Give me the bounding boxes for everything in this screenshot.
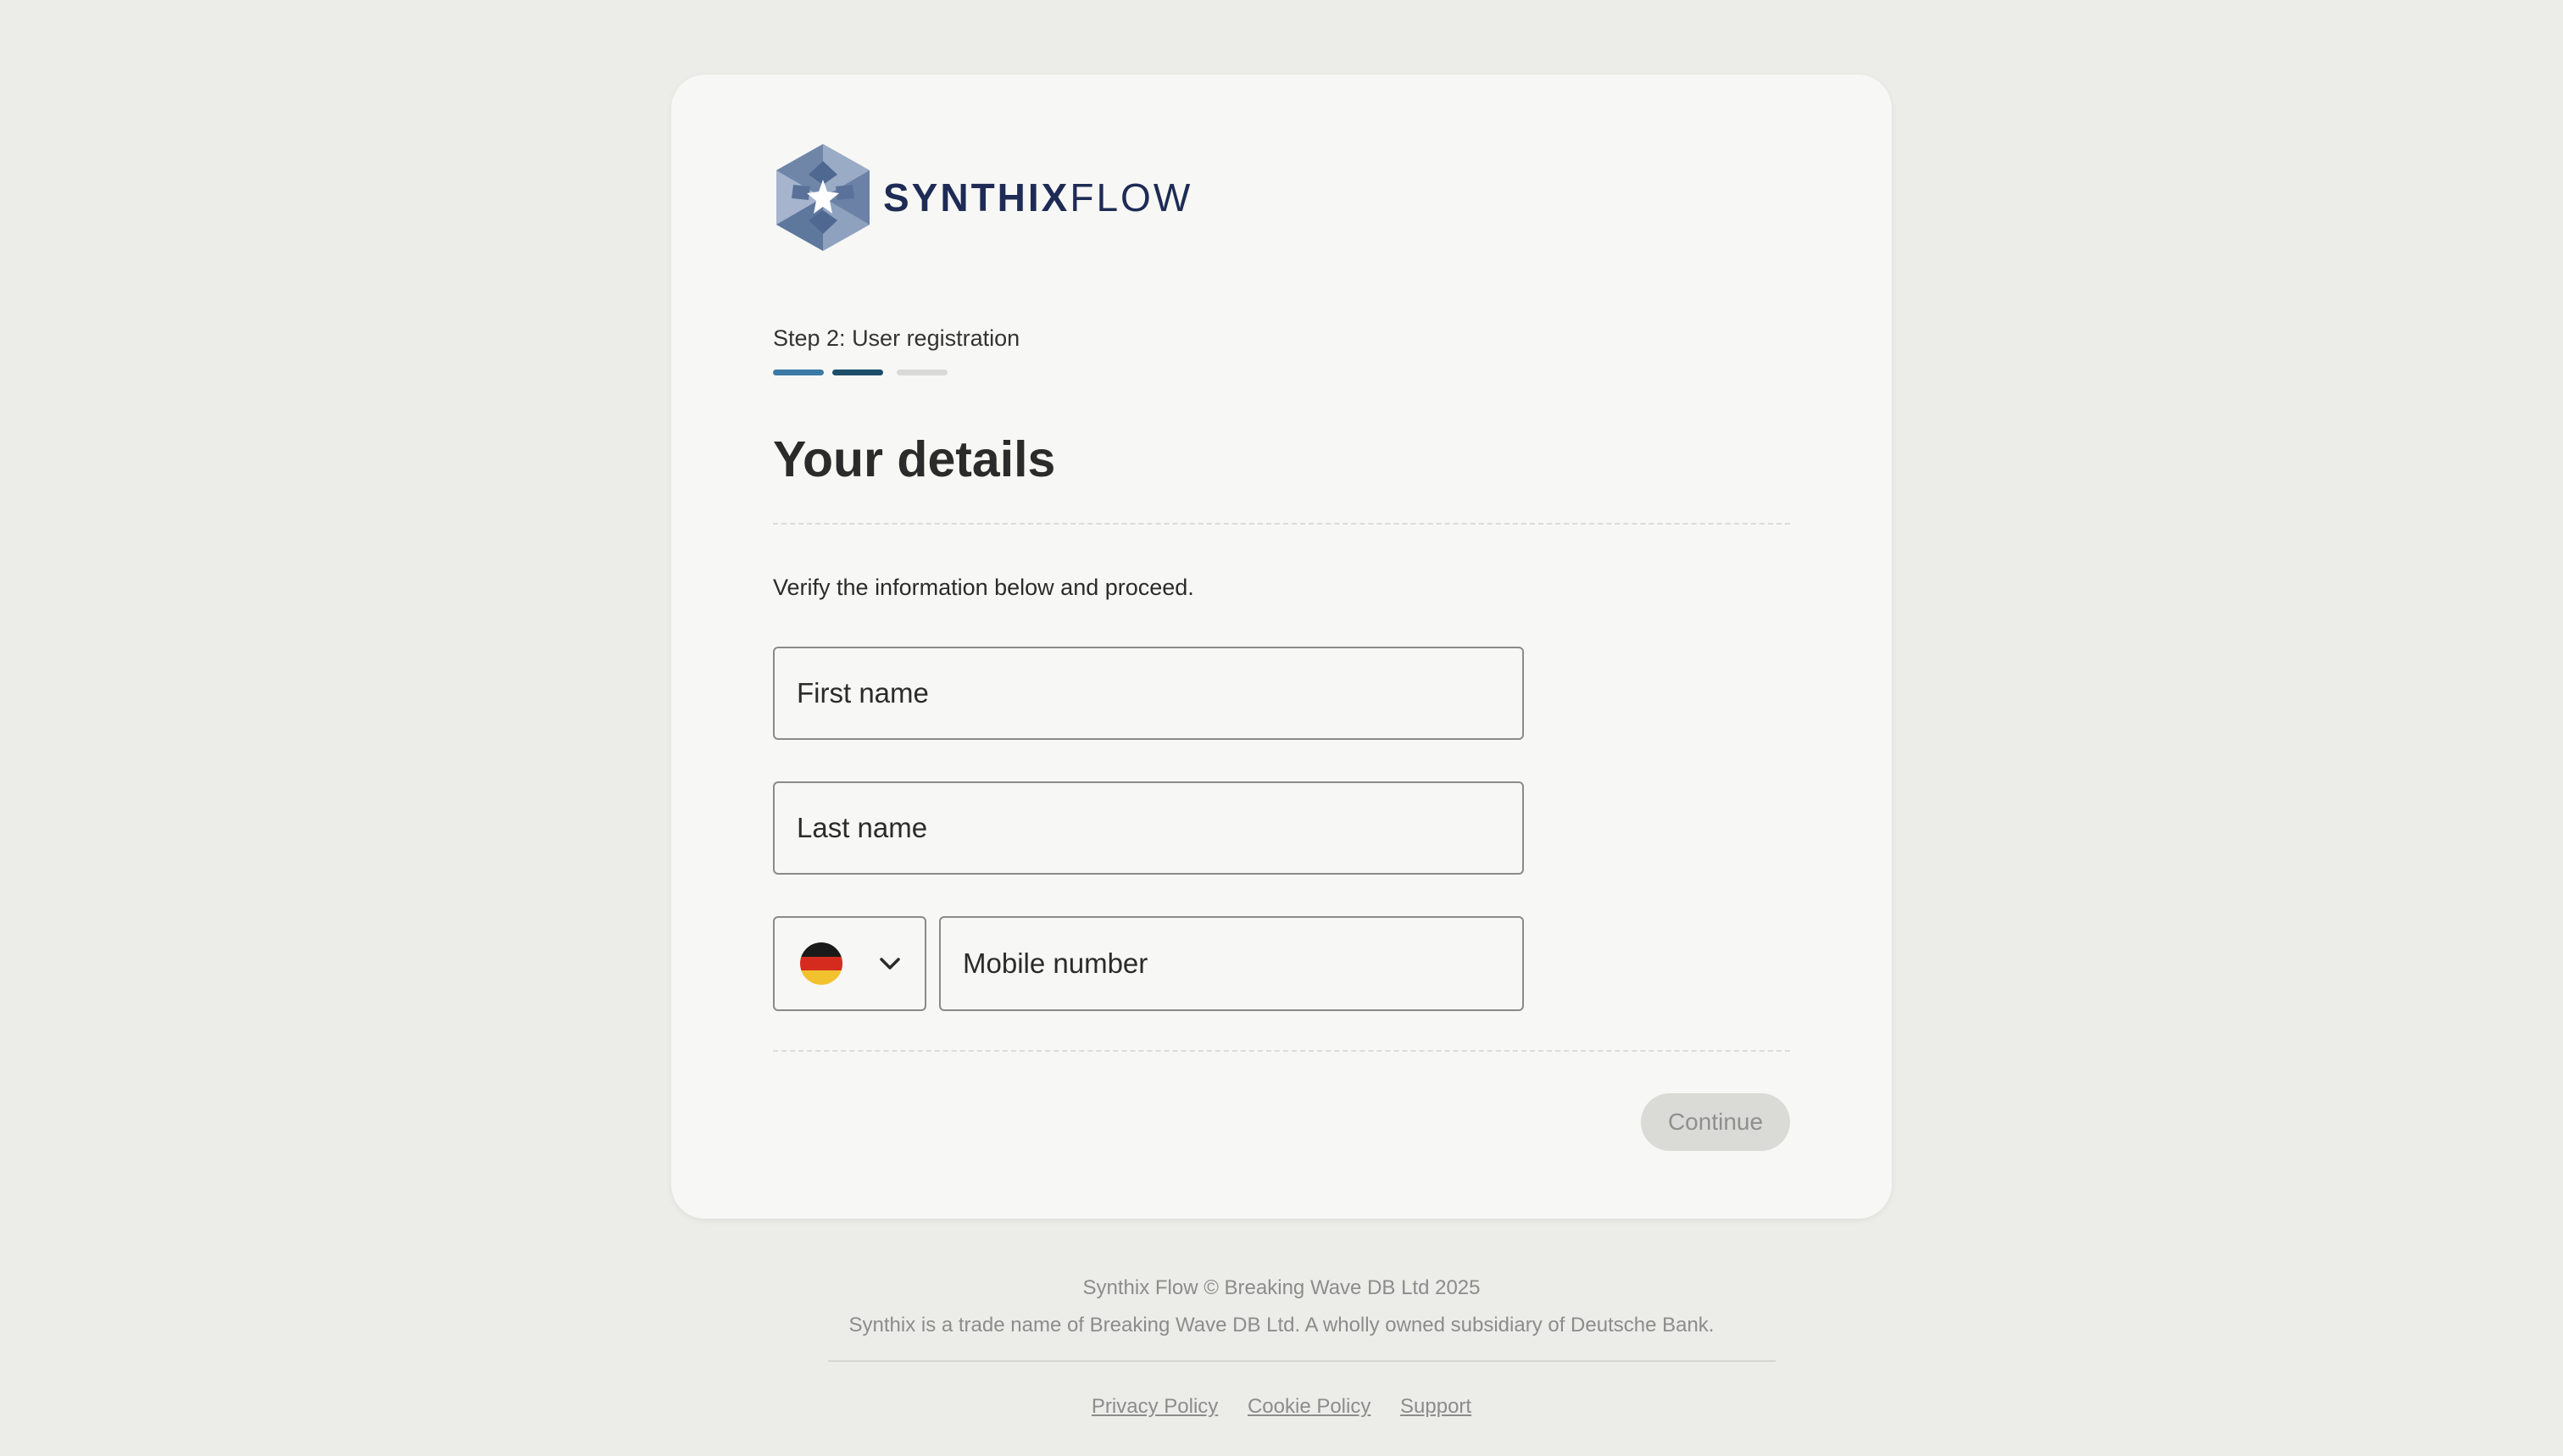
support-link[interactable]: Support xyxy=(1400,1395,1471,1418)
brand-name-light: FLOW xyxy=(1070,175,1193,220)
privacy-policy-link[interactable]: Privacy Policy xyxy=(1092,1395,1218,1418)
form-description: Verify the information below and proceed… xyxy=(773,575,1194,600)
last-name-field[interactable] xyxy=(773,781,1524,875)
footer-legal: Synthix is a trade name of Breaking Wave… xyxy=(848,1314,1715,1337)
progress-step-1 xyxy=(773,370,824,375)
first-name-field[interactable] xyxy=(773,647,1524,740)
divider xyxy=(773,523,1790,525)
footer-links: Privacy Policy Cookie Policy Support xyxy=(0,1395,2563,1419)
continue-button[interactable]: Continue xyxy=(1641,1093,1790,1151)
country-code-select[interactable] xyxy=(773,916,926,1011)
registration-card: SYNTHIXFLOW Step 2: User registration Yo… xyxy=(671,75,1892,1219)
chevron-down-icon xyxy=(880,958,900,970)
footer-copyright: Synthix Flow © Breaking Wave DB Ltd 2025 xyxy=(1082,1276,1481,1299)
progress-step-2 xyxy=(832,370,883,375)
progress-step-3 xyxy=(897,370,948,375)
step-progress xyxy=(773,370,956,375)
footer-divider xyxy=(828,1360,1776,1362)
brand-name-bold: SYNTHIX xyxy=(883,175,1070,220)
step-label: Step 2: User registration xyxy=(773,325,1020,351)
divider xyxy=(773,1050,1790,1052)
cookie-policy-link[interactable]: Cookie Policy xyxy=(1248,1395,1370,1418)
synthix-flow-logo: SYNTHIXFLOW xyxy=(773,142,1193,253)
hexagon-logo-icon xyxy=(776,144,870,251)
page-title: Your details xyxy=(773,431,1056,487)
germany-flag-icon xyxy=(800,942,842,985)
mobile-number-field[interactable] xyxy=(939,916,1524,1011)
